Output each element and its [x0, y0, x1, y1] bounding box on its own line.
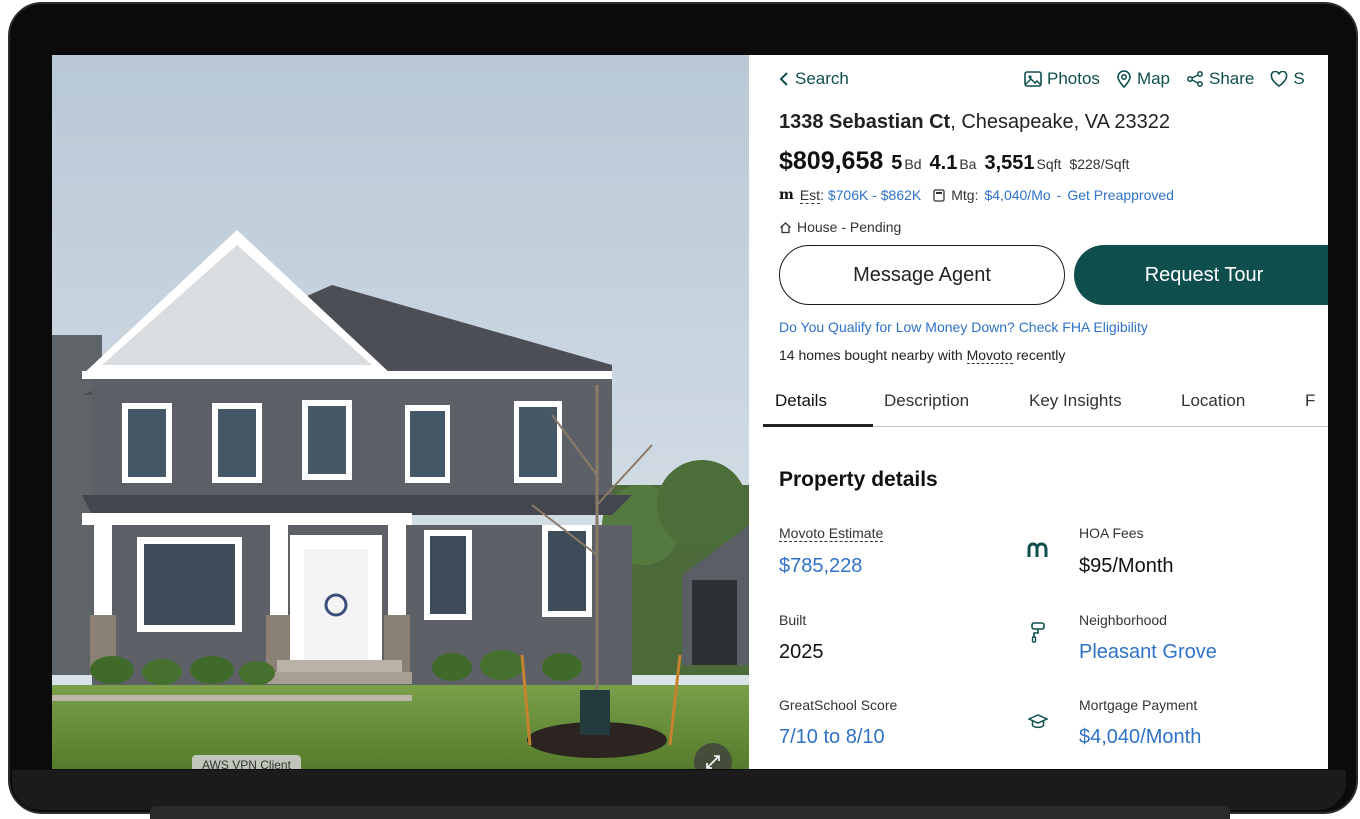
nearby-suffix: recently [1012, 347, 1066, 363]
photos-button[interactable]: Photos [1024, 69, 1100, 89]
address-street: 1338 Sebastian Ct [779, 111, 951, 133]
beds-value: 5 [891, 152, 903, 174]
heart-icon [1271, 71, 1288, 87]
sqft-unit: Sqft [1036, 156, 1062, 172]
tab-key-insights[interactable]: Key Insights [1029, 391, 1122, 411]
type-status-label: House - Pending [797, 219, 902, 235]
property-type-status: House - Pending [779, 219, 901, 235]
neighborhood-link[interactable]: Pleasant Grove [1079, 641, 1217, 664]
estimate-mortgage-line: m Est: $706K - $862K Mtg: $4,040/Mo - Ge… [779, 187, 1174, 204]
active-tab-indicator [763, 424, 873, 427]
baths-unit: Ba [959, 156, 977, 172]
tab-description[interactable]: Description [884, 391, 969, 411]
screen: AWS VPN Client Search Photos Map Share S… [52, 55, 1328, 769]
paint-roller-glyph [1031, 622, 1045, 643]
map-label: Map [1136, 69, 1171, 88]
listing-toolbar: Search Photos Map Share S [779, 67, 1328, 93]
save-button[interactable]: S [1270, 69, 1305, 89]
vpn-client-label: AWS VPN Client [192, 755, 301, 769]
price-and-stats: $809,658 5 Bd 4.1 Ba 3,551 Sqft $228/Sqft [779, 147, 1129, 176]
message-agent-button[interactable]: Message Agent [779, 245, 1065, 305]
back-to-search-link[interactable]: Search [779, 69, 849, 89]
mortgage-label: Mtg: [951, 187, 979, 203]
nearby-homes-note: 14 homes bought nearby with Movoto recen… [779, 347, 1066, 364]
movoto-estimate-label[interactable]: Movoto Estimate [779, 525, 884, 542]
sqft-value: 3,551 [984, 152, 1035, 174]
paint-roller-icon [1027, 621, 1049, 643]
mortgage-payment-label: Mortgage Payment [1079, 697, 1198, 713]
chevron-left-icon [779, 72, 788, 86]
greatschool-score-value[interactable]: 7/10 to 8/10 [779, 726, 885, 749]
built-value: 2025 [779, 641, 824, 663]
mortgage-value-link[interactable]: $4,040/Mo [984, 187, 1050, 203]
calculator-icon [933, 188, 945, 202]
tab-details[interactable]: Details [775, 391, 827, 411]
greatschool-score-label: GreatSchool Score [779, 697, 898, 713]
save-label: S [1293, 69, 1305, 88]
movoto-logo-icon: m [779, 187, 794, 203]
listing-price: $809,658 [779, 147, 884, 175]
hoa-fees-label: HOA Fees [1079, 525, 1144, 541]
get-preapproved-link[interactable]: Get Preapproved [1067, 187, 1174, 203]
house-photo-illustration [52, 55, 749, 769]
estimate-label: Est [799, 187, 821, 204]
price-per-sqft: $228/Sqft [1069, 156, 1130, 172]
device-bezel-bottom [12, 770, 1346, 810]
movoto-brand-link[interactable]: Movoto [966, 347, 1013, 364]
map-pin-icon [1117, 70, 1131, 88]
movoto-m-icon [1027, 539, 1049, 561]
address-city-state-zip: , Chesapeake, VA 23322 [950, 111, 1170, 133]
beds-unit: Bd [904, 156, 922, 172]
device-dock-edge [150, 806, 1230, 819]
listing-details-panel: Search Photos Map Share S 1338 Sebastian… [749, 55, 1328, 769]
photos-label: Photos [1047, 69, 1100, 88]
details-tabs: Details Description Key Insights Locatio… [763, 381, 1328, 427]
listing-photo[interactable]: AWS VPN Client [52, 55, 749, 769]
share-label: Share [1209, 69, 1255, 88]
fha-eligibility-link[interactable]: Do You Qualify for Low Money Down? Check… [779, 319, 1148, 335]
nearby-prefix: 14 homes bought nearby with [779, 347, 967, 363]
graduation-cap-icon [1027, 711, 1049, 733]
property-details-title: Property details [779, 468, 938, 491]
listing-address: 1338 Sebastian Ct, Chesapeake, VA 23322 [779, 111, 1170, 134]
hoa-fees-value: $95/Month [1079, 555, 1174, 577]
built-label: Built [779, 612, 807, 628]
house-icon [780, 221, 791, 233]
tab-partial[interactable]: F [1305, 391, 1315, 411]
map-button[interactable]: Map [1116, 69, 1170, 89]
mortgage-payment-value[interactable]: $4,040/Month [1079, 726, 1201, 749]
neighborhood-label: Neighborhood [1079, 612, 1167, 628]
estimate-range[interactable]: $706K - $862K [828, 187, 921, 203]
back-label: Search [795, 69, 849, 88]
baths-value: 4.1 [929, 152, 958, 174]
movoto-logo-glyph [1027, 542, 1048, 557]
request-tour-button[interactable]: Request Tour [1074, 245, 1328, 305]
share-icon [1187, 71, 1203, 87]
image-icon [1024, 71, 1042, 87]
listing-actions: Photos Map Share S [1024, 69, 1305, 89]
graduation-cap-glyph [1028, 714, 1048, 729]
tab-location[interactable]: Location [1181, 391, 1245, 411]
movoto-estimate-value[interactable]: $785,228 [779, 555, 862, 578]
share-button[interactable]: Share [1186, 69, 1254, 89]
expand-icon [706, 755, 720, 769]
